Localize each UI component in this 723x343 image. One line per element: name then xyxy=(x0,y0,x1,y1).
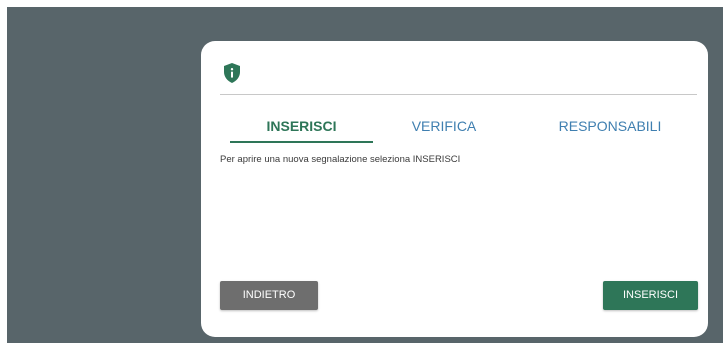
header-divider xyxy=(220,94,697,95)
shield-info-icon xyxy=(224,63,240,83)
tab-label: VERIFICA xyxy=(411,118,477,134)
active-tab-underline xyxy=(230,141,373,143)
tab-label: RESPONSABILI xyxy=(558,118,662,134)
tab-inserisci[interactable]: INSERISCI xyxy=(230,117,373,143)
tab-verifica[interactable]: VERIFICA xyxy=(394,117,494,143)
tab-label: INSERISCI xyxy=(266,118,337,134)
back-button[interactable]: INDIETRO xyxy=(220,281,318,310)
screen: INSERISCI VERIFICA RESPONSABILI Per apri… xyxy=(0,0,723,343)
dialog: INSERISCI VERIFICA RESPONSABILI Per apri… xyxy=(201,41,708,337)
instructions-text: Per aprire una nuova segnalazione selezi… xyxy=(220,154,461,165)
insert-button[interactable]: INSERISCI xyxy=(603,281,698,310)
tab-responsabili[interactable]: RESPONSABILI xyxy=(542,117,678,143)
